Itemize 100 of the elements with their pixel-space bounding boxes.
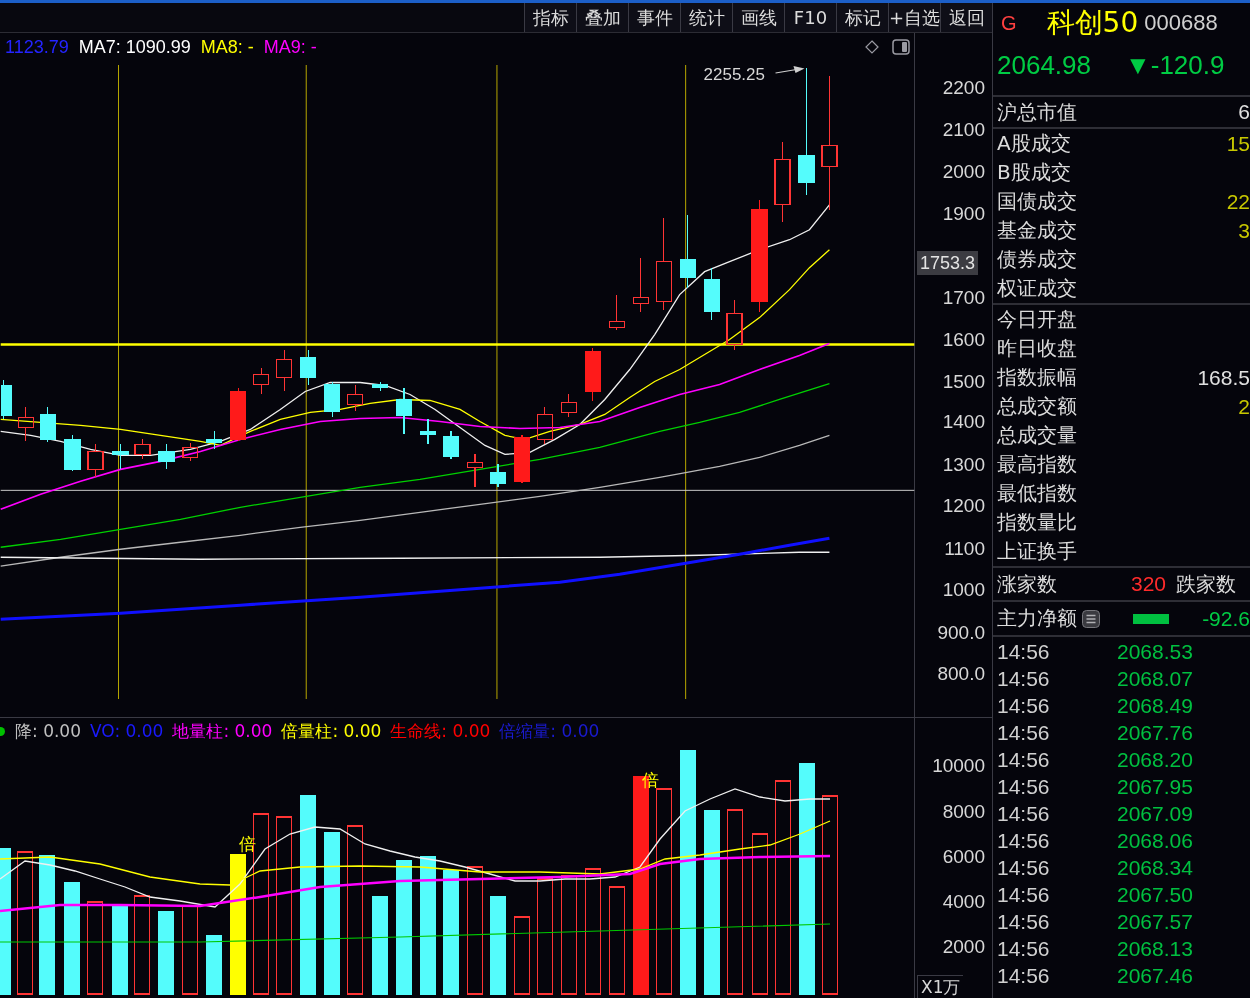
candlestick [419,418,437,446]
candlestick [64,434,81,472]
toolbar-button[interactable]: 统计 [680,3,732,32]
stat-label: 指数量比 [997,509,1077,536]
tick-price: 2067.57 [1117,909,1193,934]
axis-label: 10000 [932,755,985,777]
pointer-arrow [774,66,805,74]
tick-price: 2067.95 [1117,774,1193,799]
legend-value: 1123.79 [5,36,69,58]
stat-label: 债券成交 [997,246,1077,273]
net-flow-value: -92.6 [1202,606,1250,631]
net-flow-bar [1133,613,1169,624]
axis-label: 6000 [942,846,985,868]
axis-label: 1200 [942,495,985,517]
candlestick [158,443,175,470]
tick-price: 2068.34 [1117,855,1193,880]
candlestick [513,434,530,484]
axis-label: 1100 [944,538,985,560]
peak-price-label: 2255.25 [703,64,765,84]
candlestick [206,430,223,450]
stat-label: 沪总市值 [997,98,1077,126]
stat-value: 15 [1226,131,1250,156]
stat-label: 指数振幅 [997,364,1077,391]
exchange-letter: G [1001,11,1017,35]
axis-label: 8000 [942,801,985,823]
toolbar-button[interactable]: 画线 [732,3,784,32]
toolbar-button[interactable]: 叠加 [576,3,628,32]
tick-price: 2068.13 [1117,936,1193,961]
tick-time: 14:56 [997,963,1051,988]
tick-price: 2068.07 [1117,666,1193,691]
candlestick [372,380,389,393]
candlestick [134,438,151,460]
candlestick [39,406,56,444]
tick-price: 2067.09 [1117,801,1193,826]
axis-label: 4000 [942,891,985,913]
toolbar-button[interactable]: 指标 [524,3,576,32]
candlestick [396,386,413,436]
candlestick [608,294,625,331]
tick-time: 14:56 [997,693,1051,718]
candlestick [442,430,460,460]
tick-time: 14:56 [997,747,1051,772]
stat-value: 6 [1238,100,1250,124]
candlestick [0,378,12,421]
stat-label: B股成交 [997,159,1071,186]
toolbar-button[interactable]: 标记 [836,3,888,32]
stat-label: 跌家数 [1176,570,1237,598]
diamond-icon[interactable] [865,40,879,54]
candlestick [17,406,34,443]
tick-price: 2068.53 [1117,639,1193,664]
tick-time: 14:56 [997,801,1051,826]
toolbar-button[interactable]: 返回 [940,3,992,32]
candlestick [703,267,720,321]
legend-value: VO: 0.00 [90,721,164,741]
candlestick [466,453,484,488]
tick-price: 2067.50 [1117,882,1193,907]
axis-label: 1000 [942,579,985,601]
candlestick [300,348,317,386]
tick-time: 14:56 [997,639,1051,664]
stat-value: 168.5 [1197,365,1250,390]
axis-label: 1900 [942,203,985,225]
price-tag: 1753.3 [917,251,978,275]
candlestick [324,380,341,419]
panel-toggle-icon[interactable] [892,39,910,55]
axis-label: 2000 [942,936,985,958]
last-price: 2064.98 [997,49,1091,81]
candlestick [276,348,293,393]
axis-label: 1700 [942,287,985,309]
price-change: ▼-120.9 [1125,49,1225,81]
tick-price: 2068.20 [1117,747,1193,772]
candlestick [560,393,577,419]
legend-value: 倍缩量: 0.00 [499,719,600,743]
candlestick [726,299,743,351]
candlestick [347,383,364,413]
candlestick [584,346,601,403]
candlestick [182,442,199,462]
list-icon[interactable] [1082,609,1100,628]
tick-time: 14:56 [997,720,1051,745]
candlestick [230,386,247,443]
tick-price: 2068.06 [1117,828,1193,853]
stat-label: 国债成交 [997,188,1077,215]
stat-label: 涨家数 [997,570,1058,598]
legend-value: 倍量柱: 0.00 [281,719,382,743]
unit-label: X1万 [917,975,964,998]
toolbar-button[interactable]: 事件 [628,3,680,32]
legend-value: 生命线: 0.00 [390,719,491,743]
legend-value: MA8: - [200,36,254,58]
legend-value: 降: 0.00 [15,719,81,743]
stat-label: 权证成交 [997,275,1077,302]
tick-price: 2067.46 [1117,963,1193,988]
tick-time: 14:56 [997,855,1051,880]
legend-value: MA7: 1090.99 [78,36,191,58]
axis-label: 800.0 [937,663,985,685]
candlestick [632,257,649,313]
stat-value: 22 [1226,189,1250,214]
advancing-count: 320 [1131,572,1167,596]
stat-label: 昨日收盘 [997,335,1077,362]
toolbar-button[interactable]: F10 [784,3,836,32]
toolbar-button[interactable]: +自选 [888,3,940,32]
stat-label: 最低指数 [997,480,1077,507]
tick-time: 14:56 [997,909,1051,934]
